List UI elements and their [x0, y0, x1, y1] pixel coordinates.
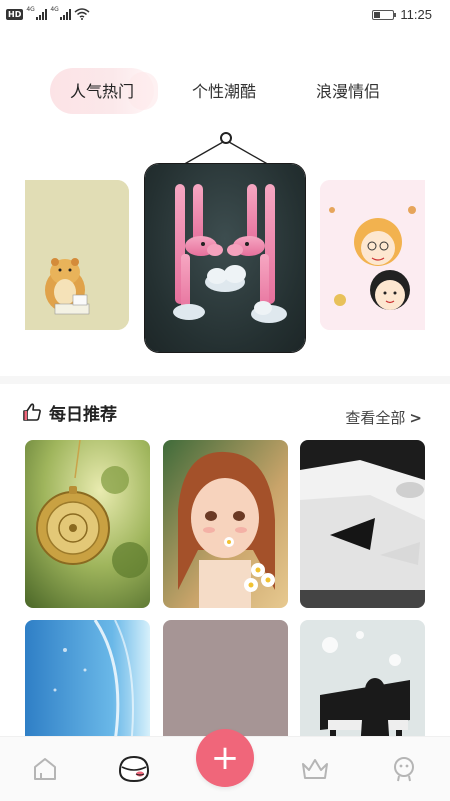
nav-vip[interactable] — [295, 749, 335, 789]
carousel-card-prev[interactable] — [25, 180, 129, 330]
nav-profile[interactable] — [384, 749, 424, 789]
cartoon-girls-image — [320, 180, 425, 330]
daily-recommend-header: 每日推荐 查看全部 > — [22, 398, 422, 428]
nav-home[interactable] — [25, 749, 65, 789]
hamster-image — [25, 180, 129, 330]
tab-popular[interactable]: 人气热门 — [50, 68, 154, 116]
wallpaper-tile[interactable] — [300, 440, 425, 608]
crown-icon — [302, 759, 328, 779]
wallpaper-carousel — [0, 130, 450, 360]
wifi-icon — [74, 8, 90, 20]
network-type-1: 4G — [26, 5, 35, 13]
battery-icon — [372, 9, 397, 20]
profile-icon — [394, 757, 414, 782]
tab-romantic[interactable]: 浪漫情侣 — [296, 68, 400, 116]
girl-flowers-image — [163, 440, 288, 608]
bottom-nav: + — [0, 729, 450, 801]
status-bar: HD 4G 4G 11:25 — [0, 0, 450, 30]
carousel-card-current[interactable] — [145, 164, 305, 352]
clock: 11:25 — [400, 7, 432, 22]
egg-face-icon — [118, 755, 150, 783]
thumbs-up-icon — [23, 403, 41, 421]
signal-icon-2: 4G — [50, 5, 72, 20]
status-right: 11:25 — [372, 7, 432, 22]
pink-bunnies-image — [173, 184, 287, 323]
carousel-card-next[interactable] — [320, 180, 425, 330]
see-all-label: 查看全部 — [345, 409, 406, 427]
pocket-watch-image — [25, 440, 150, 608]
add-button[interactable]: + — [196, 729, 254, 787]
network-type-2: 4G — [50, 5, 59, 13]
hd-badge: HD — [6, 8, 24, 20]
white-car-image — [300, 440, 425, 608]
tab-personality[interactable]: 个性潮酷 — [172, 68, 276, 116]
section-title: 每日推荐 — [49, 405, 117, 425]
status-left: HD 4G 4G — [6, 5, 90, 20]
see-all-link[interactable]: 查看全部 > — [345, 407, 422, 428]
chevron-right-icon: > — [409, 409, 422, 427]
home-icon — [34, 758, 56, 780]
category-tabs: 人气热门 个性潮酷 浪漫情侣 — [0, 68, 450, 116]
add-icon: + — [210, 738, 240, 778]
wallpaper-tile[interactable] — [25, 440, 150, 608]
section-divider — [0, 376, 450, 384]
signal-icon-1: 4G — [26, 5, 48, 20]
nav-discover[interactable] — [114, 749, 154, 789]
wallpaper-tile[interactable] — [163, 440, 288, 608]
